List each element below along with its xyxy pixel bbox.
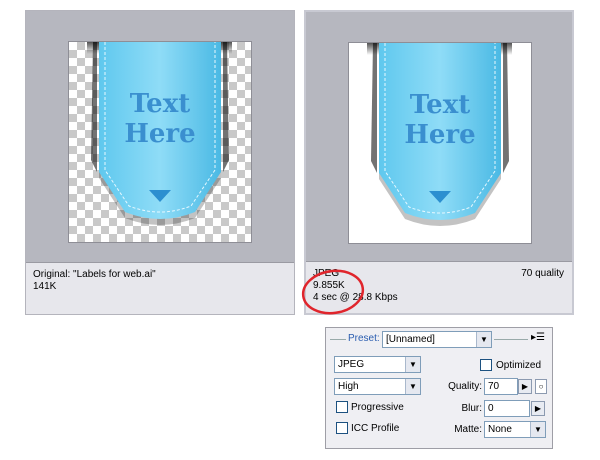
triangle-right-icon[interactable]: ▶ [531,401,545,416]
icc-profile-label: ICC Profile [351,423,400,434]
original-caption: Original: "Labels for web.ai" [33,269,156,280]
menu-icon[interactable]: ▸☰ [531,333,545,343]
preset-select[interactable]: [Unnamed] ▼ [382,331,492,348]
preset-value: [Unnamed] [386,334,435,345]
blur-value: 0 [488,403,494,414]
optimized-image-preview: Text Here [348,42,532,244]
ribbon-label-image: Text Here [87,42,232,225]
original-info-bar: Original: "Labels for web.ai" 141K [26,262,294,314]
ribbon-text-line-1: Text [410,90,470,120]
optimized-checkbox[interactable] [480,359,492,371]
blur-label: Blur: [461,403,482,414]
original-image-preview: Text Here [68,41,252,243]
compression-quality-select[interactable]: High ▼ [334,378,421,395]
triangle-right-icon[interactable]: ▶ [518,379,532,394]
optimize-settings-panel: Preset: [Unnamed] ▼ ▸☰ JPEG ▼ Optimized … [325,327,553,449]
ribbon-text-line-2: Here [124,119,195,149]
progressive-label: Progressive [351,402,404,413]
matte-select[interactable]: None ▼ [484,421,546,438]
optimized-quality-note: 70 quality [521,268,564,279]
format-value: JPEG [338,359,365,370]
compression-value: High [338,381,359,392]
icc-profile-checkbox[interactable] [336,422,348,434]
preset-divider-right [494,339,528,340]
original-file-size: 141K [33,281,57,292]
blur-input[interactable]: 0 [484,400,530,417]
progressive-checkbox[interactable] [336,401,348,413]
original-preview-panel[interactable]: Text Here Original: "Labels for web.ai" … [25,10,295,315]
ribbon-text-line-2: Here [404,120,475,150]
annotation-circle [301,269,365,315]
quality-value: 70 [488,381,500,392]
optimized-label: Optimized [496,360,542,371]
chevron-down-icon: ▼ [530,422,545,437]
ribbon-text-line-1: Text [130,89,190,119]
matte-value: None [488,424,512,435]
format-select[interactable]: JPEG ▼ [334,356,421,373]
quality-input[interactable]: 70 [484,378,518,395]
chevron-down-icon: ▼ [405,357,420,372]
preset-label: Preset: [348,333,380,344]
preset-divider-left [330,339,346,340]
chevron-down-icon: ▼ [476,332,491,347]
mask-icon[interactable]: ○ [535,379,547,394]
matte-label: Matte: [454,424,482,435]
quality-label: Quality: [448,381,482,392]
chevron-down-icon: ▼ [405,379,420,394]
ribbon-label-image: Text Here [367,43,512,226]
